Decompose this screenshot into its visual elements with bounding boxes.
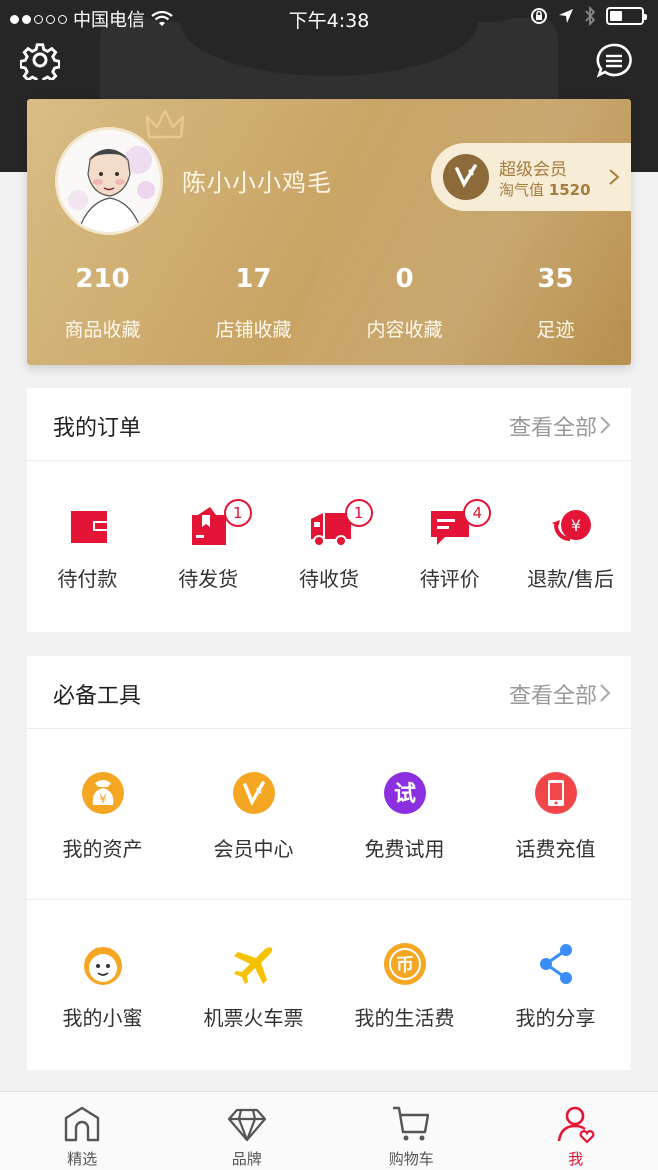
chevron-right-icon [609, 169, 620, 185]
share-icon [540, 944, 572, 984]
stat-footprints[interactable]: 35 足迹 [480, 259, 631, 342]
chevron-right-icon [600, 416, 611, 434]
vip-badge-icon [443, 154, 489, 200]
user-icon [557, 1106, 594, 1144]
status-bar: 中国电信 下午4:38 [0, 0, 658, 34]
rotation-lock-icon [531, 8, 547, 24]
svg-text:试: 试 [394, 782, 416, 807]
order-pending-review[interactable]: 4 待评价 [389, 461, 510, 631]
order-refund-aftersale[interactable]: ¥ 退款/售后 [510, 461, 631, 631]
tools-header[interactable]: 必备工具 查看全部 [27, 656, 631, 729]
order-badge: 4 [463, 499, 492, 527]
order-pending-receipt[interactable]: 1 待收货 [269, 461, 390, 631]
stat-content-favorites[interactable]: 0 内容收藏 [329, 259, 480, 342]
svg-text:¥: ¥ [99, 792, 107, 806]
stats-row: 210 商品收藏 17 店铺收藏 0 内容收藏 35 足迹 [27, 259, 631, 342]
tool-my-share[interactable]: 我的分享 [480, 900, 631, 1069]
order-badge: 1 [344, 499, 373, 527]
settings-gear-icon[interactable] [20, 40, 60, 80]
order-badge: 1 [223, 499, 252, 527]
tab-cart[interactable]: 购物车 [329, 1092, 494, 1170]
coin-icon: 币 [384, 943, 426, 985]
tools-title: 必备工具 [53, 684, 142, 709]
orders-view-all[interactable]: 查看全部 [509, 410, 597, 442]
refund-icon: ¥ [552, 510, 592, 541]
bottom-tab-bar: 精选 品牌 购物车 我 [0, 1091, 658, 1170]
bluetooth-icon [585, 6, 596, 26]
orders-title: 我的订单 [53, 416, 142, 441]
vip-v-icon [233, 772, 275, 814]
tool-member-center[interactable]: 会员中心 [178, 729, 329, 899]
vip-value-line: 淘气值 1520 [499, 181, 591, 199]
tool-phone-recharge[interactable]: 话费充值 [480, 729, 631, 899]
orders-header[interactable]: 我的订单 查看全部 [27, 388, 631, 461]
essential-tools-section: 必备工具 查看全部 ¥ 我的资产 会员中心 试 免费试用 话费充值 我的小蜜 机… [27, 656, 631, 1070]
tool-free-trial[interactable]: 试 免费试用 [329, 729, 480, 899]
order-pending-shipment[interactable]: 1 待发货 [148, 461, 269, 631]
battery-icon [606, 7, 647, 25]
home-icon [64, 1106, 100, 1142]
svg-text:¥: ¥ [571, 516, 581, 535]
trial-icon: 试 [384, 772, 426, 814]
crown-icon [145, 109, 185, 139]
my-orders-section: 我的订单 查看全部 待付款 1 待发货 1 待收货 4 待评价 ¥ 退款/售后 [27, 388, 631, 632]
location-icon [559, 9, 573, 23]
chevron-right-icon [600, 684, 611, 702]
tool-my-assistant[interactable]: 我的小蜜 [27, 900, 178, 1069]
stat-shop-favorites[interactable]: 17 店铺收藏 [178, 259, 329, 342]
avatar[interactable] [55, 127, 163, 235]
stat-product-favorites[interactable]: 210 商品收藏 [27, 259, 178, 342]
plane-icon [234, 947, 273, 984]
profile-card: 陈小小小鸡毛 超级会员 淘气值 1520 210 商品收藏 17 店铺收藏 0 … [27, 99, 631, 365]
money-bag-icon: ¥ [82, 772, 124, 814]
super-member-button[interactable]: 超级会员 淘气值 1520 [431, 143, 631, 211]
vip-title: 超级会员 [499, 160, 567, 180]
order-pending-payment[interactable]: 待付款 [27, 461, 148, 631]
message-icon[interactable] [595, 42, 633, 80]
diamond-icon [227, 1108, 266, 1142]
tools-view-all[interactable]: 查看全部 [509, 678, 597, 710]
avatar-image [58, 130, 160, 232]
tab-featured[interactable]: 精选 [0, 1092, 165, 1170]
svg-text:币: 币 [396, 955, 414, 976]
bee-icon [84, 947, 122, 985]
tool-flight-train-tickets[interactable]: 机票火车票 [178, 900, 329, 1069]
tab-brands[interactable]: 品牌 [165, 1092, 330, 1170]
username[interactable]: 陈小小小鸡毛 [182, 163, 332, 198]
tab-me[interactable]: 我 [494, 1092, 658, 1170]
tool-my-living-expenses[interactable]: 币 我的生活费 [329, 900, 480, 1069]
cart-icon [393, 1106, 430, 1141]
vip-value: 1520 [548, 181, 591, 199]
phone-icon [535, 772, 577, 814]
tool-my-assets[interactable]: ¥ 我的资产 [27, 729, 178, 899]
wallet-icon [71, 511, 107, 543]
